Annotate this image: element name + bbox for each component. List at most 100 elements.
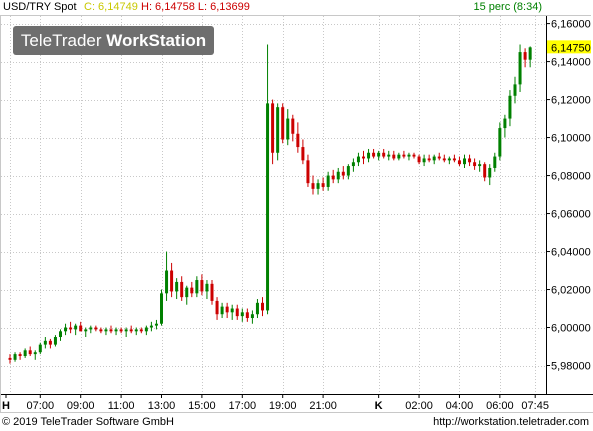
candle-body [261,302,264,311]
x-tick-label: K [375,400,383,412]
candle-body [463,158,466,165]
logo-text-workstation: WorkStation [106,31,207,50]
candle-body [134,329,138,332]
candle-body [402,154,406,157]
x-tick-label: 09:00 [67,400,95,412]
candle-body [114,329,118,332]
candle-body [154,323,158,326]
candle-body [205,283,209,292]
x-tick-label: 19:00 [269,400,297,412]
candle-body [523,52,527,60]
y-axis: 6,16000 6,14000 6,12000 6,10000 6,08000 6,060… [546,19,591,373]
candle-body [84,329,88,332]
candle-body [220,306,224,315]
y-tick-label: 5,98000 [551,361,591,373]
candle-body [321,183,325,187]
y-tick-label: 6,06000 [551,209,591,221]
candle-body [255,302,259,315]
candle-body [407,154,411,157]
candle-body [245,312,249,319]
candle-body [94,327,98,330]
candle-body [367,152,371,159]
candle-body [139,329,143,332]
candle-body [488,167,492,178]
candle-body [452,158,456,161]
candle-body [326,175,330,187]
candle-body [271,103,275,153]
symbol-label: USD/TRY Spot [3,1,77,13]
candle-body [64,327,68,332]
x-tick-label: 07:00 [27,400,55,412]
candle-body [144,327,148,332]
x-tick-label: 15:00 [188,400,216,412]
chart-footer: © 2019 TeleTrader Software GmbH http://w… [0,413,593,431]
last-price-label: 6,14750 [551,42,591,54]
candle-body [215,300,219,315]
candle-body [33,352,37,355]
x-tick-label: 02:00 [405,400,433,412]
y-tick-label: 6,08000 [551,171,591,183]
candle-body [13,354,17,360]
candle-body [346,166,350,176]
candle-body [43,340,47,345]
candle-body [266,103,270,311]
candle-body [129,329,133,332]
candle-body [296,133,300,148]
x-tick-label: 07:45 [521,400,549,412]
candle-body [165,270,169,294]
candle-body [437,156,441,159]
candle-body [235,308,239,317]
copyright-text: © 2019 TeleTrader Software GmbH [2,416,174,428]
candle-body [483,164,487,178]
candle-body [316,183,320,189]
candle-body [99,329,103,332]
x-axis: H 07:00 09:00 11:00 13:00 15:00 17:00 19:00 21:0… [2,394,549,412]
candle-body [377,152,381,157]
candle-body [518,52,522,85]
candle-body [372,152,376,157]
close-price-text: C: 6,14749 [84,1,138,13]
candle-body [336,171,340,180]
x-tick-label: 04:00 [446,400,474,412]
candle-body [513,84,517,96]
candle-body [473,162,477,167]
candle-body [74,325,78,330]
y-tick-label: 6,10000 [551,133,591,145]
candle-body [356,156,360,163]
candle-body [230,308,234,313]
candle-body [240,312,244,317]
y-tick-label: 6,14000 [551,57,591,69]
candle-body [28,350,32,355]
candle-body [190,287,194,294]
candle-body [8,357,12,360]
candle-body [508,95,512,119]
candle-body [53,337,57,345]
candle-body [286,118,290,140]
candle-body [48,340,52,345]
candle-body [175,281,179,292]
y-tick-label: 6,02000 [551,285,591,297]
candle-body [38,344,42,353]
x-tick-label: 21:00 [309,400,337,412]
teletrader-workstation-logo: TeleTrader WorkStation [13,26,214,55]
last-price-marker: 6,14750 [547,40,591,54]
candle-body [427,158,431,161]
candle-body [503,118,507,129]
candle-body [528,47,532,60]
candle-body [468,158,472,163]
candle-body [422,158,426,163]
candle-body [387,154,391,157]
logo-text-teletrader: TeleTrader [20,31,102,50]
candle-body [382,152,386,157]
y-tick-label: 6,16000 [551,19,591,31]
candle-body [291,118,295,134]
candle-body [341,171,345,176]
candle-body [89,327,93,330]
x-tick-label: 06:00 [486,400,514,412]
footer-url-link[interactable]: http://workstation.teletrader.com [433,416,589,428]
x-tick-label: 13:00 [148,400,176,412]
x-tick-label: H [2,400,10,412]
y-tick-label: 6,04000 [551,247,591,259]
candle-body [195,280,199,294]
candle-body [351,162,355,167]
